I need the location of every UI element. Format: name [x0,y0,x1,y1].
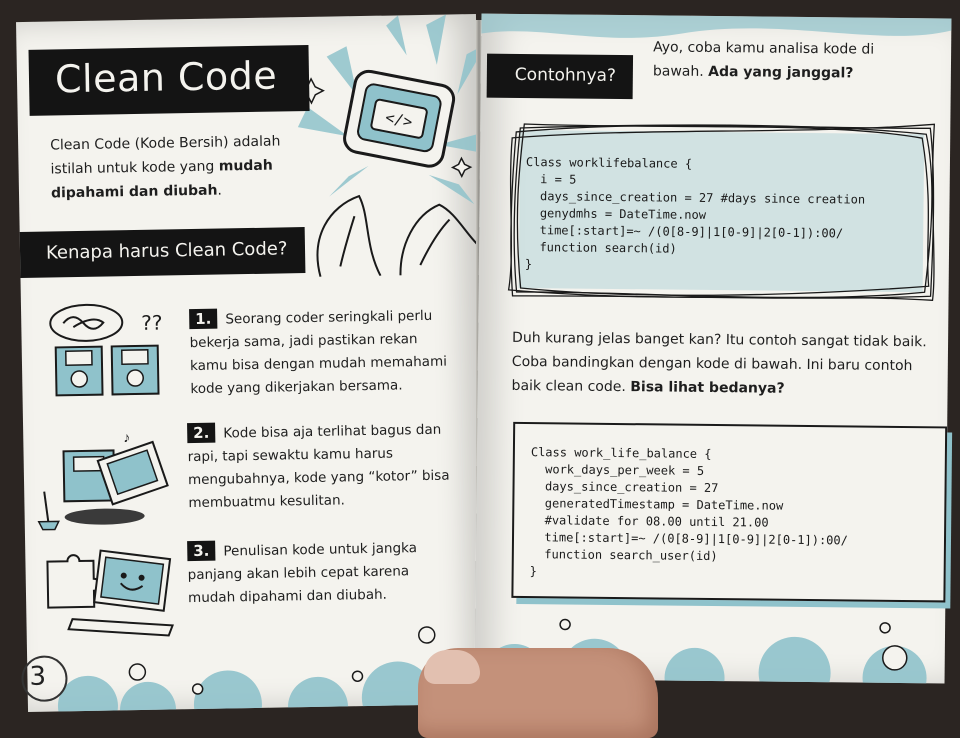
point-1-text: Seorang coder seringkali perlu bekerja s… [189,307,448,398]
intro-paragraph: Clean Code (Kode Bersih) adalah istilah … [50,129,301,205]
section-heading-text: Kenapa harus Clean Code? [45,238,288,264]
good-code-text: Class work_life_balance { work_days_per_… [529,445,848,579]
prompt-text: Ayo, coba kamu analisa kode di bawah. Ad… [653,35,893,86]
compare-bold: Bisa lihat bedanya? [630,379,785,397]
intro-text-end: . [217,182,223,199]
bad-code-box: Class worklifebalance { i = 5 days_since… [504,112,938,307]
bad-code-text: Class worklifebalance { i = 5 days_since… [524,155,866,272]
confused-floppy-illustration: ?? [49,303,163,397]
point-2-number: 2. [187,422,216,444]
hands-illustration [316,194,491,278]
section-heading: Kenapa harus Clean Code? [19,227,306,279]
thumbnail-highlight [424,650,480,684]
page-title: Clean Code [28,44,310,116]
compare-paragraph: Duh kurang jelas banget kan? Itu contoh … [511,326,942,402]
point-2-text: Kode bisa aja terlihat bagus dan rapi, t… [187,421,450,512]
good-code-box: Class work_life_balance { work_days_per_… [511,421,948,603]
point-1: 1. Seorang coder seringkali perlu bekerja… [189,305,453,402]
booklet-photo: </> Clean Code Clean Code (Kode Bersih) … [0,0,960,738]
example-label: Contohnya? [486,53,634,100]
example-label-text: Contohnya? [514,64,617,86]
point-1-number: 1. [189,308,218,330]
prompt-bold: Ada yang janggal? [708,63,854,82]
point-3-number: 3. [187,540,216,562]
svg-text:♪: ♪ [123,429,130,445]
svg-text:??: ?? [141,311,163,335]
messy-computer-illustration: ♪ [37,429,169,531]
point-3: 3. Penulisan kode untuk jangka panjang ak… [187,537,450,611]
point-2: 2. Kode bisa aja terlihat bagus dan rapi,… [187,419,451,516]
monitor-code-icon: </> [297,14,491,278]
point-3-text: Penulisan kode untuk jangka panjang akan… [187,540,418,607]
left-page: </> Clean Code Clean Code (Kode Bersih) … [16,14,491,712]
right-page: Contohnya? Ayo, coba kamu analisa kode d… [474,13,952,684]
page-number: 3 [29,661,47,692]
page-title-text: Clean Code [54,53,278,102]
